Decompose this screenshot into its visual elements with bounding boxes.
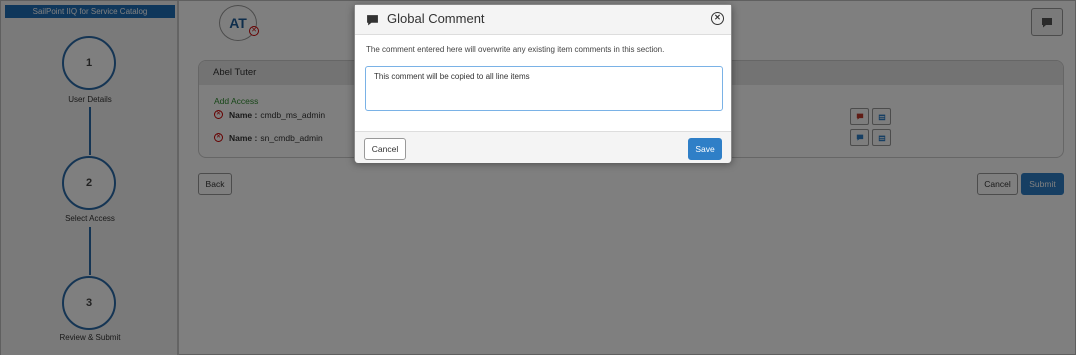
modal-cancel-button[interactable]: Cancel [364, 138, 406, 160]
modal-footer: Cancel Save [355, 131, 731, 163]
comment-icon [367, 15, 378, 26]
modal-description: The comment entered here will overwrite … [366, 45, 665, 54]
modal-header: Global Comment ✕ [355, 5, 731, 35]
modal-title: Global Comment [387, 11, 485, 26]
close-icon[interactable]: ✕ [711, 12, 724, 25]
global-comment-modal: Global Comment ✕ The comment entered her… [354, 4, 732, 163]
modal-save-button[interactable]: Save [688, 138, 722, 160]
comment-textarea[interactable]: This comment will be copied to all line … [365, 66, 723, 111]
